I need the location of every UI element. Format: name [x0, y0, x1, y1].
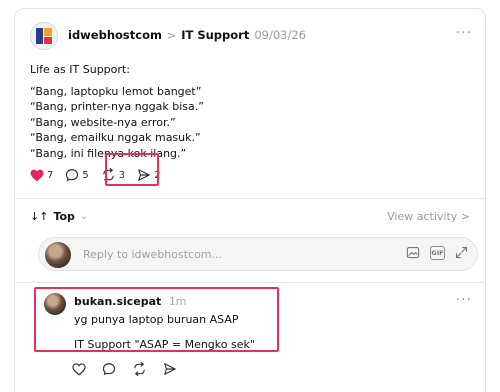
post-intro: Life as IT Support: — [30, 63, 130, 76]
chevron-down-icon: ⌄ — [79, 211, 89, 222]
reply-input[interactable]: Reply to idwebhostcom... GIF — [38, 237, 478, 271]
author-name[interactable]: idwebhostcom — [68, 28, 162, 42]
post-meta: idwebhostcom > IT Support 09/03/26 — [68, 28, 306, 42]
expand-icon[interactable] — [454, 245, 469, 260]
post-more-options-icon[interactable]: ··· — [456, 25, 472, 41]
post-line: “Bang, laptopku lemot banget” — [30, 84, 202, 98]
current-user-avatar — [45, 242, 71, 268]
post-line: “Bang, printer-nya nggak bisa.” — [30, 100, 204, 113]
comment-bubble-icon[interactable] — [102, 362, 116, 376]
comment-button[interactable]: 5 — [65, 168, 89, 182]
post-date: 09/03/26 — [254, 28, 306, 42]
repost-icon[interactable] — [132, 362, 147, 376]
view-activity-link[interactable]: View activity > — [387, 210, 470, 223]
post-body: Life as IT Support: “Bang, laptopku lemo… — [30, 62, 204, 161]
sort-arrows-icon: ↓↑ — [30, 210, 49, 223]
send-icon[interactable] — [163, 362, 177, 376]
heart-filled-icon — [30, 169, 44, 181]
comment-count: 5 — [82, 169, 89, 181]
author-avatar[interactable] — [30, 22, 58, 50]
breadcrumb-chevron-icon: > — [166, 28, 177, 42]
image-icon[interactable] — [405, 245, 421, 260]
reply-placeholder: Reply to idwebhostcom... — [83, 248, 223, 261]
comment-bubble-icon — [66, 169, 79, 182]
sort-label: Top — [53, 210, 75, 223]
reply-attachments: GIF — [405, 245, 469, 260]
comment-more-options-icon[interactable]: ··· — [456, 292, 472, 308]
sort-dropdown[interactable]: ↓↑ Top ⌄ — [30, 210, 88, 223]
divider — [15, 198, 485, 199]
divider — [15, 282, 485, 283]
comment-highlight-box — [34, 287, 279, 352]
topic-tag[interactable]: IT Support — [181, 28, 249, 42]
gif-icon[interactable]: GIF — [430, 245, 445, 260]
post-line: “Bang, website-nya error.” — [30, 115, 176, 129]
like-button[interactable]: 7 — [30, 169, 53, 182]
idwebhost-logo-icon — [36, 28, 52, 44]
heart-outline-icon[interactable] — [72, 362, 86, 376]
comment-actions — [72, 362, 177, 376]
post-line: “Bang, emailku nggak masuk.” — [30, 131, 201, 144]
repost-highlight-box — [105, 153, 159, 186]
like-count: 7 — [47, 169, 54, 181]
